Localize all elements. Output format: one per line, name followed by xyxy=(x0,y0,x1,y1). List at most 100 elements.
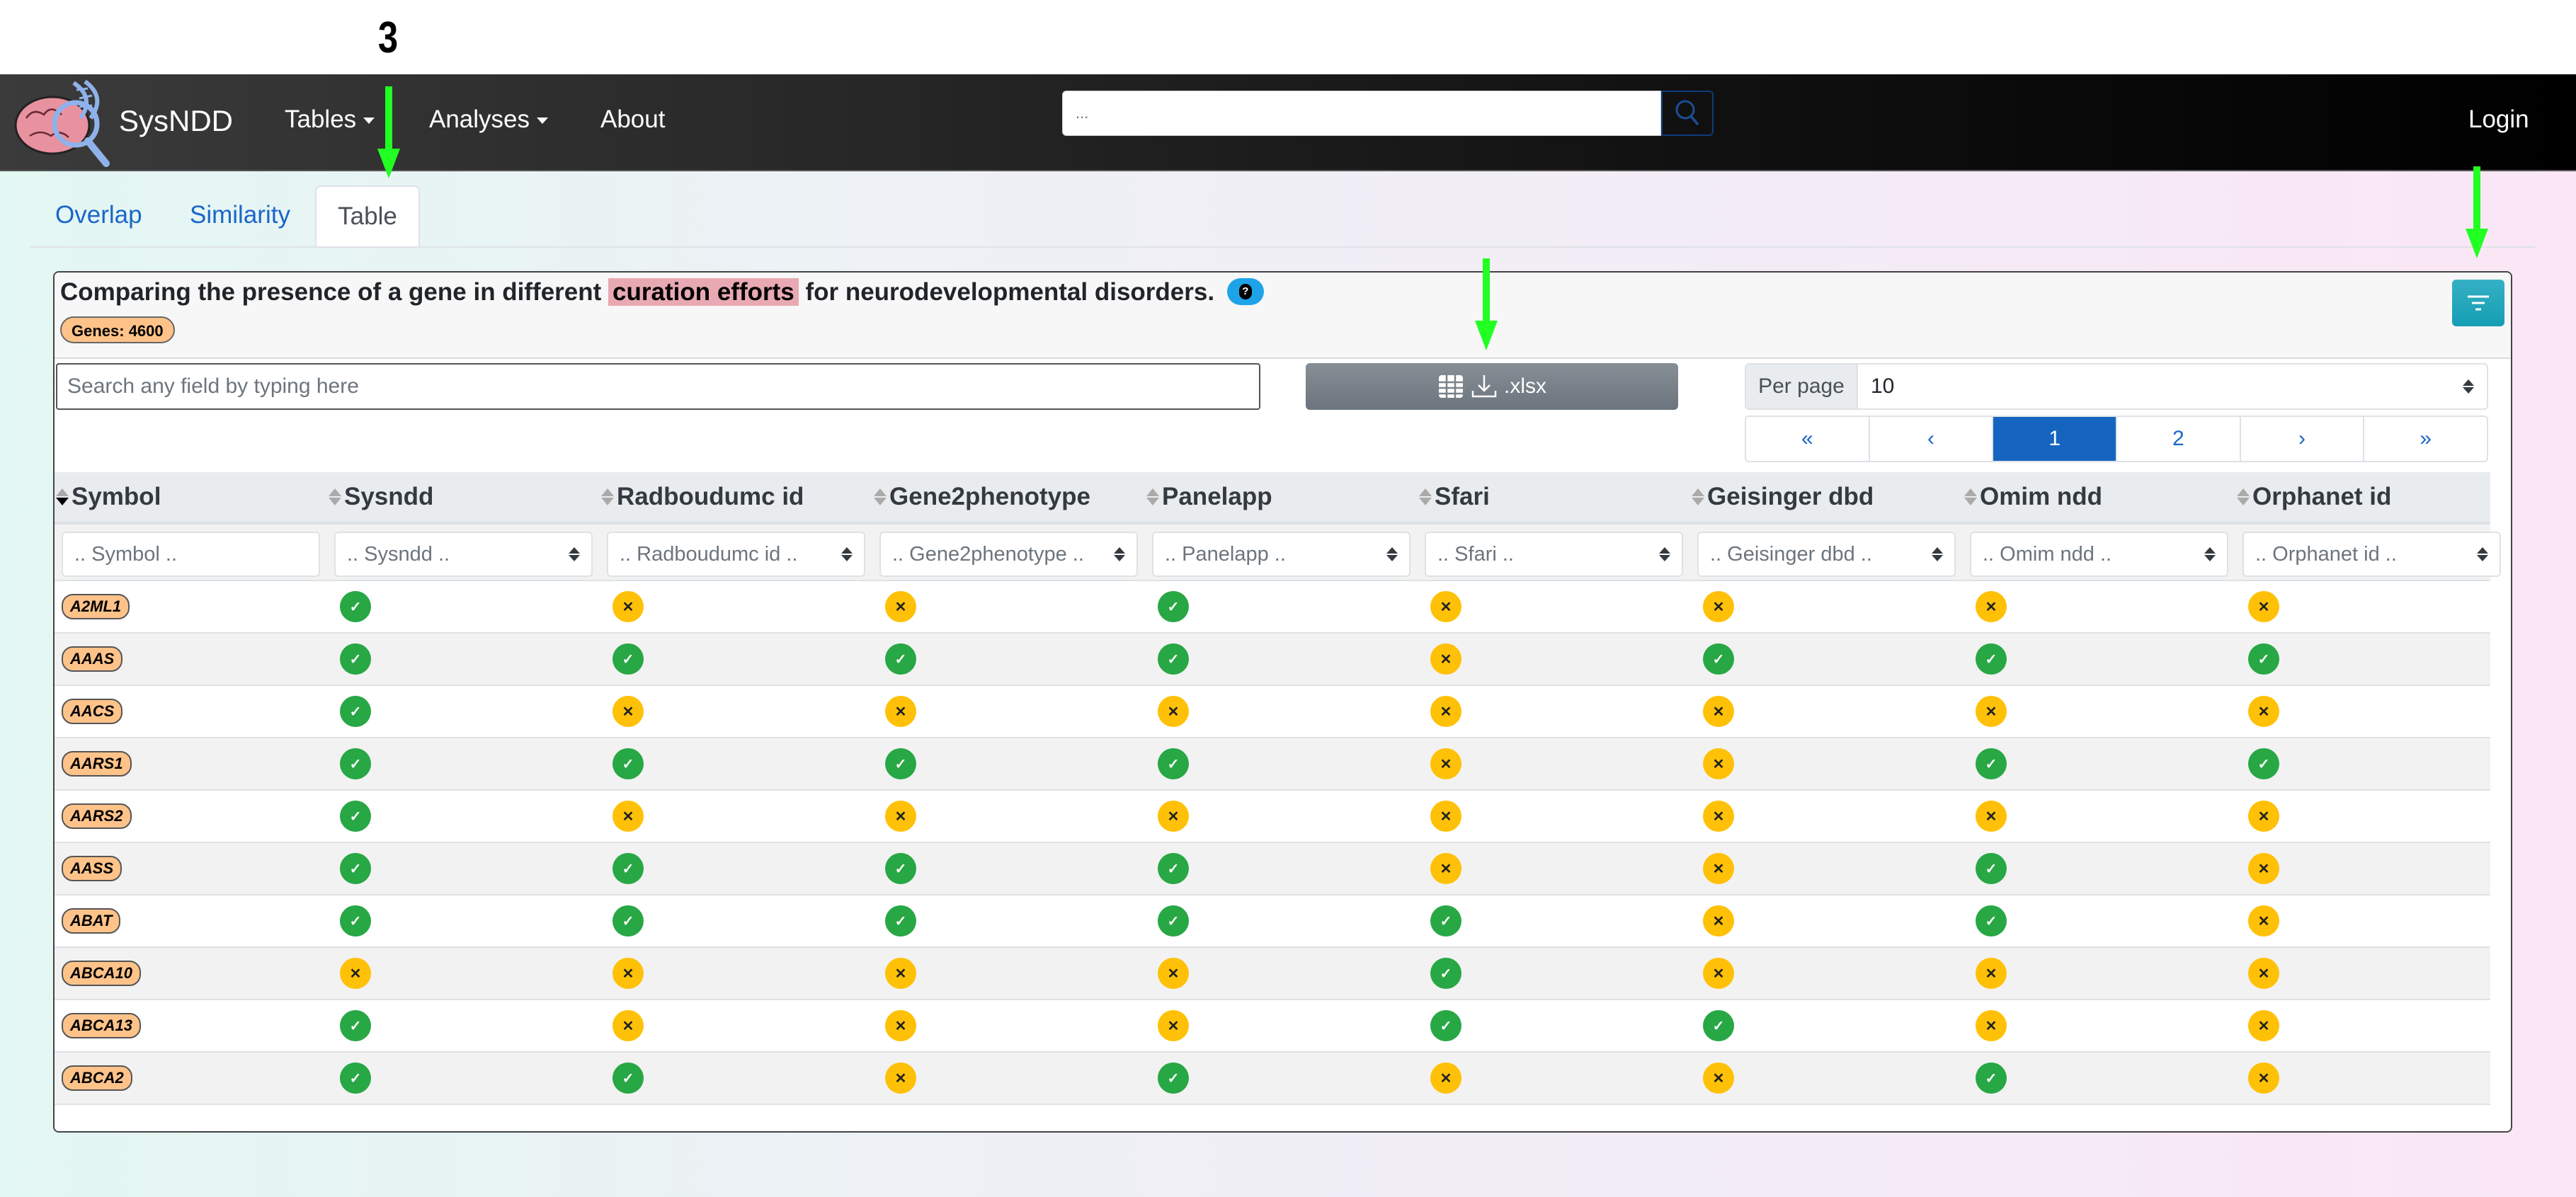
filter-orphanet-id-select[interactable]: .. Orphanet id .. xyxy=(2242,532,2501,577)
filter-placeholder: .. Orphanet id .. xyxy=(2255,542,2397,566)
login-link[interactable]: Login xyxy=(2468,105,2529,134)
column-header-label: Sfari xyxy=(1435,483,1490,510)
check-icon: ✓ xyxy=(340,1063,371,1094)
filter-toggle-button[interactable] xyxy=(2452,280,2504,326)
gene-symbol-badge[interactable]: ABCA10 xyxy=(62,961,142,986)
filter-sysndd-select[interactable]: .. Sysndd .. xyxy=(334,532,593,577)
global-search-input[interactable] xyxy=(1062,91,1661,136)
per-page-select[interactable]: 10 xyxy=(1858,365,2487,408)
table-row: ABCA13 ✓ ✕ ✕ ✕ ✓ ✓ ✕ ✕ xyxy=(55,1000,2490,1053)
filter-gene2phenotype-select[interactable]: .. Gene2phenotype .. xyxy=(879,532,1138,577)
cell-sysndd: ✓ xyxy=(340,738,371,789)
cross-icon: ✕ xyxy=(2248,905,2279,937)
filter-geisinger-dbd-select[interactable]: .. Geisinger dbd .. xyxy=(1697,532,1956,577)
column-header-radboudumc-id[interactable]: Radboudumc id xyxy=(601,472,804,522)
check-icon: ✓ xyxy=(612,748,644,779)
page-prev-button[interactable]: ‹ xyxy=(1870,417,1994,461)
check-icon: ✓ xyxy=(1976,748,2007,779)
filter-panelapp-select[interactable]: .. Panelapp .. xyxy=(1152,532,1410,577)
cross-icon: ✕ xyxy=(1703,748,1734,779)
column-header-panelapp[interactable]: Panelapp xyxy=(1146,472,1272,522)
cross-icon: ✕ xyxy=(1430,801,1461,832)
help-icon[interactable]: ? xyxy=(1226,277,1264,305)
cell-gene2phenotype: ✓ xyxy=(885,843,916,894)
filter-omim-ndd-select[interactable]: .. Omim ndd .. xyxy=(1970,532,2228,577)
page-next-button[interactable]: › xyxy=(2241,417,2365,461)
tab-overlap[interactable]: Overlap xyxy=(55,185,142,248)
cross-icon: ✕ xyxy=(612,591,644,622)
page-first-button[interactable]: « xyxy=(1746,417,1870,461)
check-icon: ✓ xyxy=(340,591,371,622)
tab-similarity[interactable]: Similarity xyxy=(190,185,290,248)
nav-analyses-dropdown[interactable]: Analyses xyxy=(429,105,549,134)
check-icon: ✓ xyxy=(1158,591,1189,622)
sort-icon xyxy=(874,488,887,505)
title-text-start: Comparing the presence of a gene in diff… xyxy=(60,278,609,306)
column-header-label: Panelapp xyxy=(1162,483,1272,510)
cell-gene2phenotype: ✓ xyxy=(885,895,916,946)
pagination: « ‹ 1 2 › » xyxy=(1745,416,2488,462)
brand-name[interactable]: SysNDD xyxy=(119,104,233,138)
tab-table[interactable]: Table xyxy=(315,185,420,248)
cell-symbol: AACS xyxy=(62,686,123,737)
nav-about-link[interactable]: About xyxy=(600,105,665,134)
cell-sysndd: ✓ xyxy=(340,686,371,737)
column-header-omim-ndd[interactable]: Omim ndd xyxy=(1964,472,2102,522)
sort-icon xyxy=(1146,488,1159,505)
cross-icon: ✕ xyxy=(885,1063,916,1094)
page-1-button[interactable]: 1 xyxy=(1993,417,2118,461)
cell-omim-ndd: ✓ xyxy=(1976,895,2007,946)
column-header-orphanet-id[interactable]: Orphanet id xyxy=(2237,472,2391,522)
cell-panelapp: ✓ xyxy=(1158,895,1189,946)
cell-orphanet-id: ✓ xyxy=(2248,738,2279,789)
cell-omim-ndd: ✕ xyxy=(1976,686,2007,737)
gene-symbol-badge[interactable]: A2ML1 xyxy=(62,594,130,619)
filter-sfari-select[interactable]: .. Sfari .. xyxy=(1425,532,1683,577)
cell-orphanet-id: ✕ xyxy=(2248,1000,2279,1051)
cross-icon: ✕ xyxy=(1158,1010,1189,1041)
title-text-end: for neurodevelopmental disorders. xyxy=(798,278,1215,306)
check-icon: ✓ xyxy=(2248,643,2279,675)
sysndd-logo-icon[interactable] xyxy=(8,76,115,168)
cell-gene2phenotype: ✕ xyxy=(885,581,916,632)
column-header-sfari[interactable]: Sfari xyxy=(1419,472,1490,522)
card-header: Comparing the presence of a gene in diff… xyxy=(55,273,2511,359)
cell-sfari: ✕ xyxy=(1430,1053,1461,1104)
page-2-button[interactable]: 2 xyxy=(2117,417,2241,461)
cell-omim-ndd: ✓ xyxy=(1976,738,2007,789)
gene-symbol-badge[interactable]: ABCA2 xyxy=(62,1065,132,1091)
cell-radboudumc-id: ✕ xyxy=(612,581,644,632)
global-search-button[interactable] xyxy=(1661,91,1714,136)
cell-orphanet-id: ✕ xyxy=(2248,948,2279,999)
download-xlsx-button[interactable]: .xlsx xyxy=(1306,363,1678,410)
gene-symbol-badge[interactable]: ABAT xyxy=(62,908,121,934)
column-header-symbol[interactable]: Symbol xyxy=(56,472,161,522)
page-last-button[interactable]: » xyxy=(2364,417,2487,461)
cell-sfari: ✕ xyxy=(1430,791,1461,842)
column-header-label: Omim ndd xyxy=(1980,483,2103,510)
gene-symbol-badge[interactable]: AARS2 xyxy=(62,803,132,829)
gene-symbol-badge[interactable]: AACS xyxy=(62,699,123,724)
cell-gene2phenotype: ✕ xyxy=(885,1053,916,1104)
cross-icon: ✕ xyxy=(885,591,916,622)
nav-tables-dropdown[interactable]: Tables xyxy=(285,105,375,134)
cross-icon: ✕ xyxy=(885,696,916,727)
table-search-input[interactable] xyxy=(56,363,1260,410)
cell-panelapp: ✓ xyxy=(1158,738,1189,789)
filter-radboudumc-id-select[interactable]: .. Radboudumc id .. xyxy=(607,532,865,577)
check-icon: ✓ xyxy=(1976,643,2007,675)
cross-icon: ✕ xyxy=(1430,853,1461,884)
gene-symbol-badge[interactable]: AAAS xyxy=(62,646,123,672)
column-header-sysndd[interactable]: Sysndd xyxy=(329,472,433,522)
cell-sysndd: ✕ xyxy=(340,948,371,999)
gene-symbol-badge[interactable]: ABCA13 xyxy=(62,1013,142,1038)
cell-geisinger-dbd: ✕ xyxy=(1703,1053,1734,1104)
gene-symbol-badge[interactable]: AASS xyxy=(62,856,122,881)
cross-icon: ✕ xyxy=(612,801,644,832)
column-header-gene2phenotype[interactable]: Gene2phenotype xyxy=(874,472,1090,522)
cell-gene2phenotype: ✓ xyxy=(885,634,916,685)
cell-geisinger-dbd: ✕ xyxy=(1703,791,1734,842)
filter-symbol-input[interactable]: .. Symbol .. xyxy=(62,532,320,577)
gene-symbol-badge[interactable]: AARS1 xyxy=(62,751,132,777)
column-header-geisinger-dbd[interactable]: Geisinger dbd xyxy=(1692,472,1874,522)
